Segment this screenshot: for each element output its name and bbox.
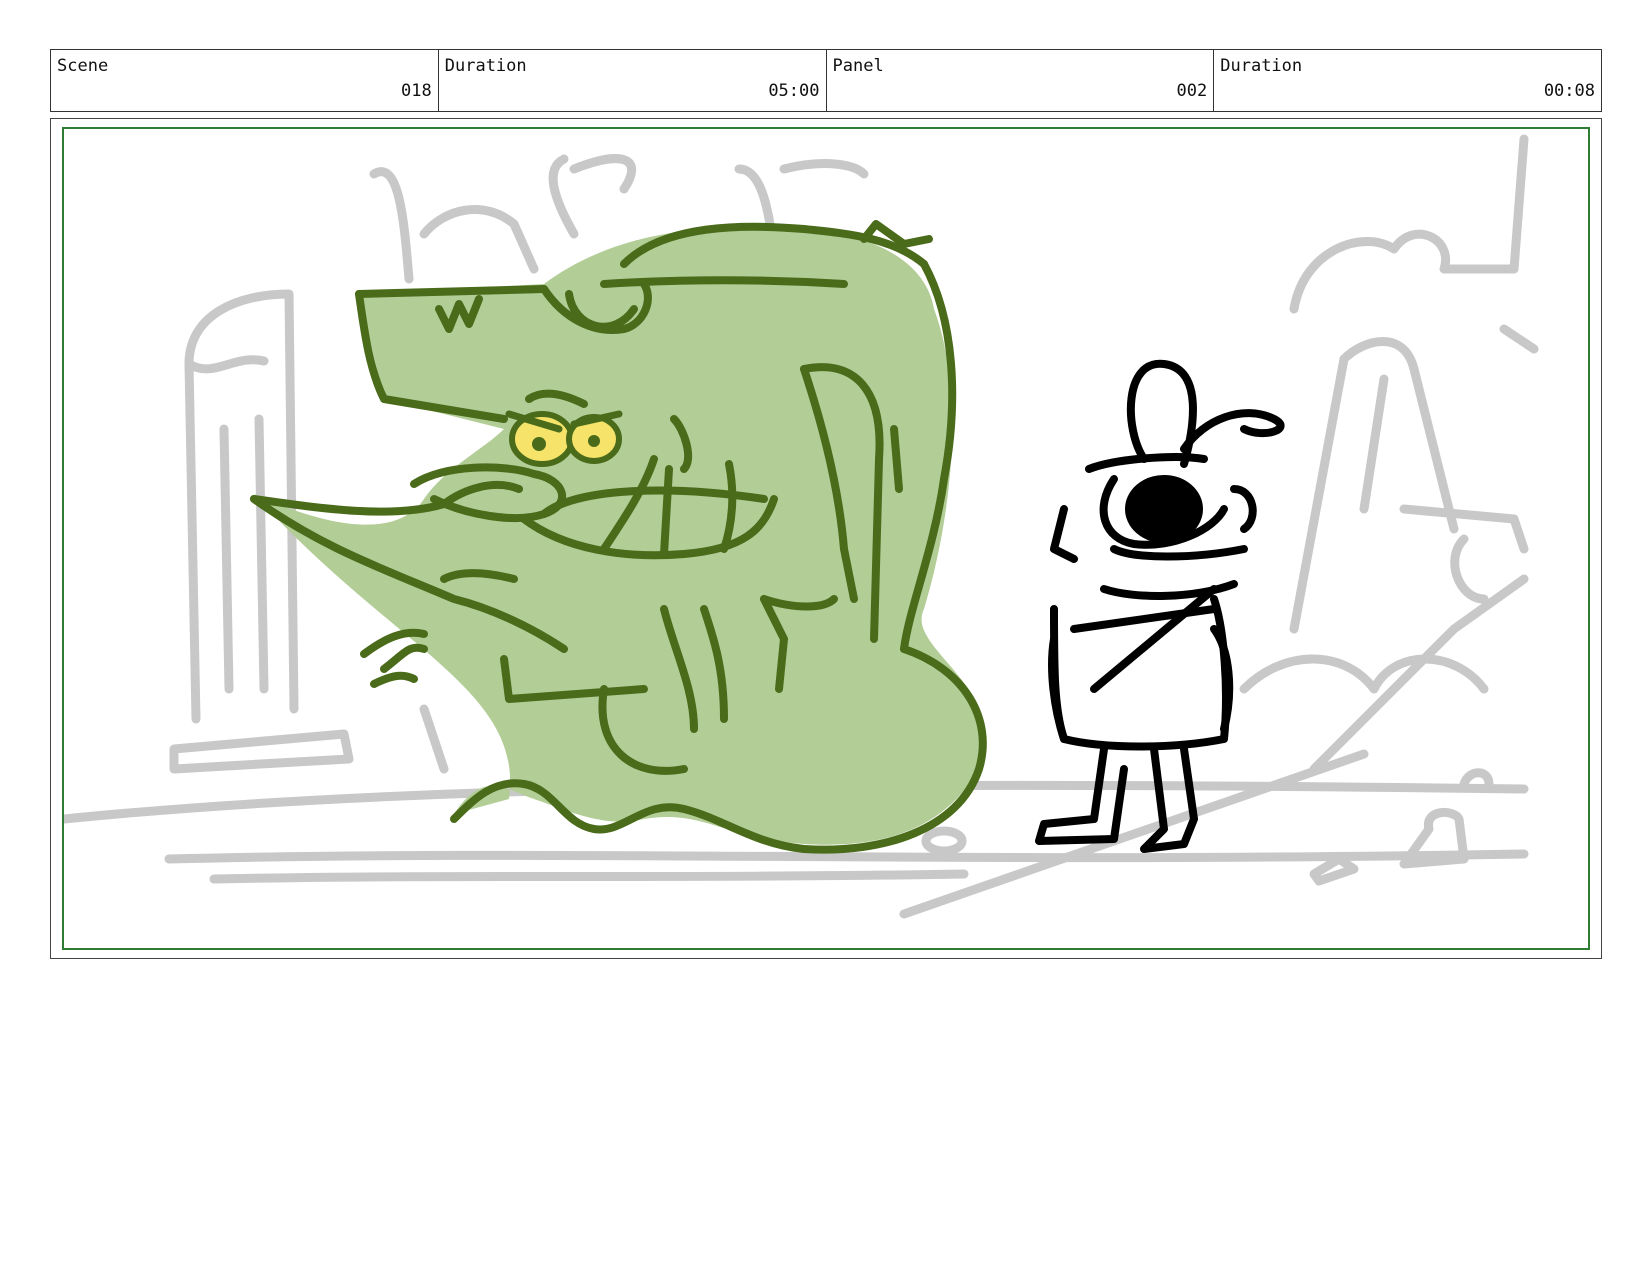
genie-character bbox=[250, 220, 987, 854]
panel-duration-cell: Duration 00:08 bbox=[1214, 50, 1601, 111]
panel-value: 002 bbox=[1176, 81, 1208, 101]
scene-info-header: Scene 018 Duration 05:00 Panel 002 Durat… bbox=[50, 49, 1602, 112]
scene-duration-label: Duration bbox=[444, 56, 527, 76]
scene-label: Scene bbox=[57, 56, 109, 76]
panel-duration-label: Duration bbox=[1220, 56, 1303, 76]
panel-duration-value: 00:08 bbox=[1543, 81, 1595, 101]
scene-duration-value: 05:00 bbox=[768, 81, 820, 101]
pirate-character bbox=[1035, 359, 1285, 853]
panel-label: Panel bbox=[832, 56, 884, 76]
scene-duration-cell: Duration 05:00 bbox=[439, 50, 827, 111]
storyboard-panel-image bbox=[62, 127, 1590, 950]
scene-value: 018 bbox=[401, 81, 432, 101]
scene-cell: Scene 018 bbox=[51, 50, 439, 111]
storyboard-panel-frame bbox=[50, 118, 1602, 959]
panel-cell: Panel 002 bbox=[827, 50, 1215, 111]
